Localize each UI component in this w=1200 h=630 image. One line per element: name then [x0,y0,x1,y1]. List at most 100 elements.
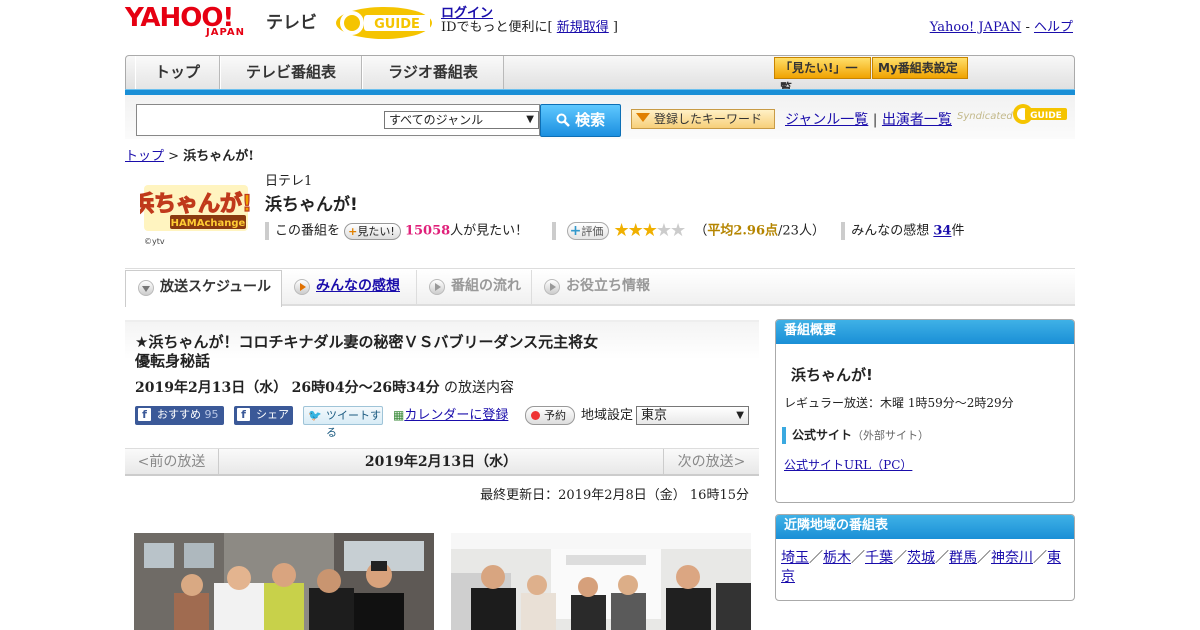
current-broadcast-date: 2019年2月13日（水） [364,454,518,470]
rating-open: （ [694,223,708,239]
facebook-share-button[interactable]: f シェア [234,406,293,425]
performer-list-link[interactable]: 出演者一覧 [882,112,952,128]
tab-useful-info[interactable]: お役立ち情報 [532,270,660,304]
next-broadcast-link[interactable]: 次の放送> [663,449,759,475]
region-link-gunma[interactable]: 群馬 [949,550,977,566]
registered-keyword-button[interactable]: 登録したキーワード [631,109,775,129]
registered-keyword-label: 登録したキーワード [654,112,763,126]
star-icon: ★ [670,220,686,241]
search-icon [556,113,570,127]
genre-list-link[interactable]: ジャンル一覧 [785,112,868,128]
login-link[interactable]: ログイン [441,6,493,21]
channel-name: 日テレ1 [265,174,313,189]
tab-program-flow[interactable]: 番組の流れ [417,270,532,304]
facebook-recommend-button[interactable]: f おすすめ 95 [135,406,224,425]
calendar-register-link[interactable]: カレンダーに登録 [404,408,508,423]
episode-photo-1 [134,533,434,630]
dropdown-arrow-icon: ▼ [736,410,744,421]
play-arrow-icon [544,279,560,295]
tab-broadcast-schedule[interactable]: 放送スケジュール [125,270,282,307]
calendar-icon: ▦ [393,408,405,422]
gguide-logo: GUIDE [334,5,434,41]
mitai-button-label: 見たい! [357,224,395,238]
genre-select[interactable]: すべてのジャンル ▼ [384,111,539,129]
syndicated-label: Syndicated [957,111,1013,122]
program-overview-heading: 番組概要 [776,320,1074,344]
star-icon: ★ [641,220,658,241]
svg-text:HAMAchange: HAMAchange [171,218,246,229]
register-link[interactable]: 新規取得 [557,20,609,35]
syndicated-gguide-logo: GUIDE [1011,102,1069,126]
prev-broadcast-link[interactable]: <前の放送 [125,449,219,475]
region-link-saitama[interactable]: 埼玉 [781,550,809,566]
svg-text:GUIDE: GUIDE [374,17,420,32]
my-schedule-button[interactable]: My番組表設定 [872,57,968,79]
arrow-down-icon [636,113,650,122]
chevron-down-icon [138,280,154,296]
mitai-button[interactable]: +見たい! [344,222,401,240]
nav-tab-tv-schedule[interactable]: テレビ番組表 [220,56,362,90]
episode-photo-2 [451,533,751,630]
program-title: 浜ちゃんが! [265,195,358,215]
breadcrumb-sep: > [164,149,184,164]
mitai-list-button[interactable]: 「見たい!」一覧 [774,57,871,95]
header-separator: - [1021,20,1034,35]
login-hint-end: ] [608,20,618,35]
this-program-label: この番組を [275,223,341,239]
external-site-note: （外部サイト） [852,429,930,442]
nav-tab-top[interactable]: トップ [135,56,220,90]
overview-title: 浜ちゃんが! [791,366,873,384]
yahoo-japan-logo-sub: JAPAN [206,27,245,38]
yahoo-japan-link[interactable]: Yahoo! JAPAN [930,20,1022,35]
tweet-button[interactable]: 🐦 ツイートする [303,406,383,439]
mitai-suffix: 人が見たい！ [450,223,529,239]
meta-divider [552,222,557,240]
breadcrumb-current: 浜ちゃんが! [183,149,254,164]
svg-text:GUIDE: GUIDE [1030,111,1062,121]
svg-text:浜ちゃんが!: 浜ちゃんが! [140,191,252,217]
episode-title: ★浜ちゃんが！コロチキナダル妻の秘密ＶＳバブリーダンス元主将女優転身秘話 [135,333,599,370]
rate-button[interactable]: +評価 [566,222,610,240]
region-select[interactable]: 東京 ▼ [636,406,749,425]
nav-tab-radio-schedule[interactable]: ラジオ番組表 [362,56,504,90]
facebook-icon: f [138,408,151,421]
star-icon: ★ [655,220,672,241]
help-link[interactable]: ヘルプ [1034,20,1073,35]
meta-divider [265,222,269,240]
star-icon: ★ [613,220,629,241]
rating-stars: ★★★★★ [613,220,686,241]
rating-average: 平均2.96点 [707,223,779,239]
tab-impressions[interactable]: みんなの感想 [282,270,417,304]
rate-button-label: 評価 [581,225,604,238]
reserve-button[interactable]: 予約 [525,406,575,425]
nearby-region-heading: 近隣地域の番組表 [776,515,1074,539]
tv-logo-text[interactable]: テレビ [266,8,317,33]
calendar-register[interactable]: ▦カレンダーに登録 [393,406,508,425]
program-meta: この番組を +見たい! 15058人が見たい！ +評価 ★★★★★ （平均2.9… [265,221,965,241]
official-site-url-link[interactable]: 公式サイトURL（PC） [784,458,912,472]
record-icon [531,411,540,420]
official-site-label: 公式サイト [792,428,853,442]
plus-icon: + [569,223,582,239]
impressions-suffix: 件 [951,223,965,239]
tab-top-divider [125,268,1075,269]
link-divider: | [872,112,878,128]
impressions-count-link[interactable]: 34 [933,224,951,239]
mitai-count: 15058 [404,223,451,239]
search-button[interactable]: 検索 [540,104,621,137]
region-label: 地域設定 [581,408,634,423]
region-link-kanagawa[interactable]: 神奈川 [991,550,1033,566]
nearby-region-list: 埼玉／栃木／千葉／茨城／群馬／神奈川／東京 [781,550,1061,585]
breadcrumb-top-link[interactable]: トップ [125,149,164,164]
plus-icon: + [348,224,358,238]
play-arrow-icon [294,279,310,295]
region-link-ibaraki[interactable]: 茨城 [907,550,935,566]
region-link-chiba[interactable]: 千葉 [865,550,893,566]
region-select-value: 東京 [641,408,668,423]
last-updated: 最終更新日：2019年2月8日（金） 16時15分 [480,488,749,503]
play-arrow-icon [429,279,445,295]
region-link-tochigi[interactable]: 栃木 [823,550,851,566]
program-overview-panel: 番組概要 浜ちゃんが! レギュラー放送：木曜 1時59分～2時29分 公式サイト… [775,319,1075,503]
program-tabs: 放送スケジュール みんなの感想 番組の流れ お役立ち情報 [125,270,1075,307]
broadcast-date-nav: <前の放送 2019年2月13日（水） 次の放送> [125,448,759,476]
